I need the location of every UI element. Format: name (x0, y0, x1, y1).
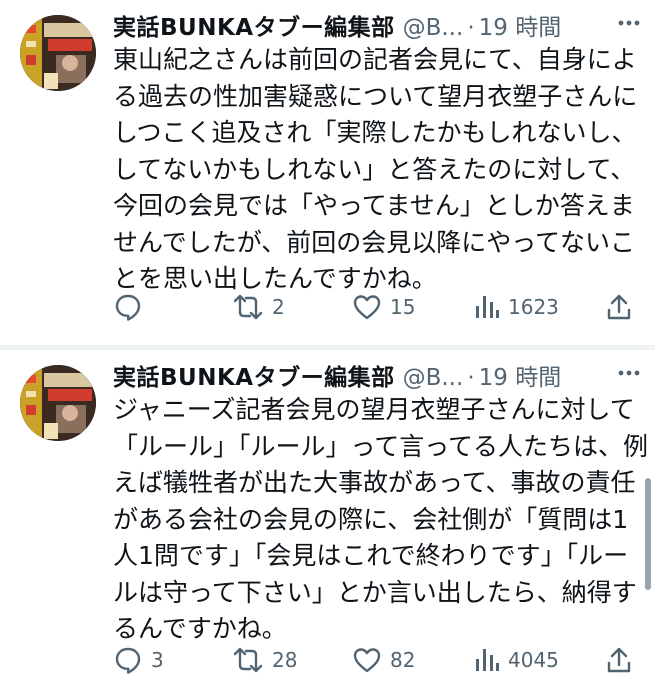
like-count: 15 (390, 295, 416, 319)
tweet-header: 実話BUNKAタブー編集部 @B... · 19 時間 (113, 8, 643, 41)
avatar[interactable] (20, 365, 96, 441)
avatar[interactable] (20, 15, 96, 91)
share-icon (604, 292, 634, 322)
like-count: 82 (390, 648, 416, 672)
retweet-icon (232, 292, 264, 322)
retweet-button[interactable]: 2 (232, 289, 285, 325)
author-name[interactable]: 実話BUNKAタブー編集部 (113, 15, 395, 41)
reply-button[interactable]: 3 (113, 642, 164, 678)
views-bar-chart-icon (474, 645, 500, 675)
views-bar-chart-icon (474, 292, 500, 322)
timestamp[interactable]: 19 時間 (479, 365, 562, 391)
heart-icon (352, 645, 382, 675)
tweet[interactable]: 実話BUNKAタブー編集部 @B... · 19 時間 東山紀之さんは前回の記者会見に… (0, 0, 655, 345)
views-button[interactable]: 4045 (474, 642, 559, 678)
author-handle[interactable]: @B... (403, 365, 464, 391)
reply-icon (113, 292, 143, 322)
timestamp[interactable]: 19 時間 (479, 15, 562, 41)
views-button[interactable]: 1623 (474, 289, 559, 325)
view-count: 1623 (508, 295, 559, 319)
share-button[interactable] (604, 642, 634, 678)
share-icon (604, 645, 634, 675)
retweet-count: 2 (272, 295, 285, 319)
tweet-text: 東山紀之さんは前回の記者会見にて、自身による過去の性加害疑惑について望月衣塑子さ… (113, 45, 638, 293)
like-button[interactable]: 15 (352, 289, 415, 325)
author-handle[interactable]: @B... (403, 15, 464, 41)
tweet[interactable]: 実話BUNKAタブー編集部 @B... · 19 時間 ジャニーズ記者会見の望月衣塑子… (0, 350, 655, 700)
tweet-header: 実話BUNKAタブー編集部 @B... · 19 時間 (113, 358, 643, 391)
tweet-text: ジャニーズ記者会見の望月衣塑子さんに対して「ルール」「ルール」って言ってる人たち… (113, 395, 649, 643)
more-options-icon[interactable] (614, 358, 644, 388)
retweet-count: 28 (272, 648, 298, 672)
like-button[interactable]: 82 (352, 642, 415, 678)
view-count: 4045 (508, 648, 559, 672)
separator-dot: · (467, 365, 475, 391)
reply-button[interactable] (113, 289, 151, 325)
scrollbar[interactable] (645, 478, 651, 590)
more-options-icon[interactable] (614, 8, 644, 38)
reply-count: 3 (151, 648, 164, 672)
author-name[interactable]: 実話BUNKAタブー編集部 (113, 365, 395, 391)
retweet-icon (232, 645, 264, 675)
separator-dot: · (467, 15, 475, 41)
retweet-button[interactable]: 28 (232, 642, 297, 678)
reply-icon (113, 645, 143, 675)
heart-icon (352, 292, 382, 322)
share-button[interactable] (604, 289, 634, 325)
